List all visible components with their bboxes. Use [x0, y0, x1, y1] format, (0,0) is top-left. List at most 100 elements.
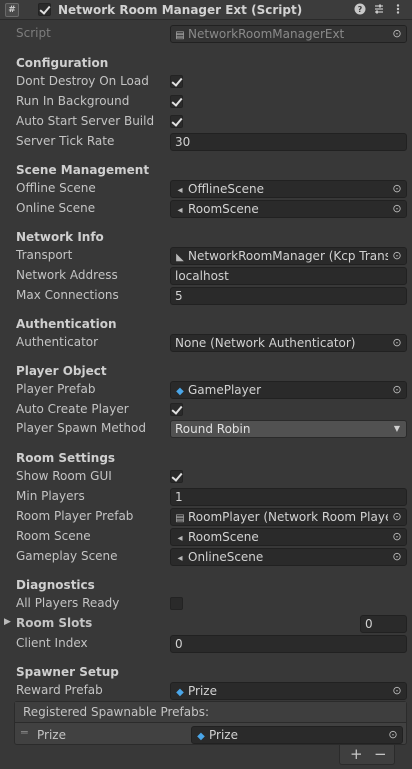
drag-handle-icon[interactable]: ═	[21, 726, 28, 739]
client-index-row: Client Index 0	[0, 634, 412, 654]
list-item-field[interactable]: ◆ Prize ⊙	[191, 726, 403, 744]
tick-rate-row: Server Tick Rate 30	[0, 132, 412, 152]
kebab-menu-icon[interactable]	[391, 3, 405, 17]
spawn-method-row: Player Spawn Method Round Robin ▼	[0, 419, 412, 439]
tick-rate-input[interactable]: 30	[170, 133, 407, 151]
all-ready-label: All Players Ready	[16, 596, 120, 610]
auto-start-checkbox[interactable]	[170, 115, 183, 128]
chevron-down-icon: ▼	[393, 424, 400, 433]
transport-field[interactable]: ◣ NetworkRoomManager (Kcp Transport) ⊙	[170, 247, 407, 265]
add-button[interactable]: +	[350, 745, 363, 763]
room-slots-size-input[interactable]: 0	[360, 615, 407, 633]
scene-asset-icon: ◂	[177, 553, 183, 564]
dont-destroy-checkbox[interactable]	[170, 75, 183, 88]
scene-asset-icon: ◂	[177, 533, 183, 544]
help-icon[interactable]: ?	[353, 3, 367, 17]
script-asset-icon: ▤	[175, 30, 185, 41]
list-item-label: Prize	[37, 728, 66, 742]
show-gui-label: Show Room GUI	[16, 469, 112, 483]
dont-destroy-label: Dont Destroy On Load	[16, 74, 149, 88]
network-address-label: Network Address	[16, 268, 118, 282]
svg-text:?: ?	[358, 5, 363, 14]
gameplay-scene-row: Gameplay Scene ◂ OnlineScene ⊙	[0, 547, 412, 567]
section-scene-management: Scene Management	[16, 163, 150, 177]
object-picker-icon[interactable]: ⊙	[388, 201, 406, 217]
object-picker-icon[interactable]: ⊙	[388, 549, 406, 565]
section-room-settings: Room Settings	[16, 451, 116, 465]
reward-prefab-label: Reward Prefab	[16, 683, 103, 697]
online-scene-label: Online Scene	[16, 201, 96, 215]
online-scene-field[interactable]: ◂ RoomScene ⊙	[170, 200, 407, 218]
object-picker-icon[interactable]: ⊙	[388, 248, 406, 264]
tick-rate-label: Server Tick Rate	[16, 134, 115, 148]
min-players-label: Min Players	[16, 489, 85, 503]
room-player-prefab-label: Room Player Prefab	[16, 509, 134, 523]
object-picker-icon[interactable]: ⊙	[384, 727, 402, 743]
max-connections-row: Max Connections 5	[0, 286, 412, 306]
spawnable-prefabs-list: Registered Spawnable Prefabs: ═ Prize ◆ P…	[14, 701, 407, 745]
room-slots-label[interactable]: Room Slots	[16, 616, 92, 630]
list-footer: + −	[339, 745, 395, 765]
offline-scene-field[interactable]: ◂ OfflineScene ⊙	[170, 180, 407, 198]
max-connections-label: Max Connections	[16, 288, 119, 302]
auto-create-checkbox[interactable]	[170, 403, 183, 416]
list-item[interactable]: ═ Prize ◆ Prize ⊙	[15, 725, 406, 745]
all-ready-row: All Players Ready	[0, 594, 412, 614]
object-picker-icon[interactable]: ⊙	[388, 529, 406, 545]
player-prefab-row: Player Prefab ◆ GamePlayer ⊙	[0, 380, 412, 400]
auto-create-row: Auto Create Player	[0, 400, 412, 420]
script-label: Script	[16, 26, 51, 40]
component-title[interactable]: Network Room Manager Ext (Script)	[58, 3, 302, 17]
player-prefab-label: Player Prefab	[16, 382, 96, 396]
gameplay-scene-label: Gameplay Scene	[16, 549, 118, 563]
authenticator-row: Authenticator None (Network Authenticato…	[0, 333, 412, 353]
presets-icon[interactable]	[372, 3, 386, 17]
scene-asset-icon: ◂	[177, 185, 183, 196]
authenticator-label: Authenticator	[16, 335, 99, 349]
spawn-method-label: Player Spawn Method	[16, 421, 146, 435]
show-gui-checkbox[interactable]	[170, 470, 183, 483]
room-player-prefab-field[interactable]: ▤ RoomPlayer (Network Room Player Ext) ⊙	[170, 508, 407, 526]
show-gui-row: Show Room GUI	[0, 467, 412, 487]
foldout-arrow-icon[interactable]: ▶	[4, 617, 11, 627]
spawn-method-dropdown[interactable]: Round Robin ▼	[170, 420, 407, 438]
room-scene-label: Room Scene	[16, 529, 91, 543]
room-slots-row: ▶ Room Slots 0	[0, 614, 412, 634]
player-prefab-field[interactable]: ◆ GamePlayer ⊙	[170, 381, 407, 399]
min-players-row: Min Players 1	[0, 487, 412, 507]
section-player-object: Player Object	[16, 364, 107, 378]
section-authentication: Authentication	[16, 317, 117, 331]
remove-button[interactable]: −	[374, 745, 387, 763]
dont-destroy-row: Dont Destroy On Load	[0, 72, 412, 92]
component-enabled-checkbox[interactable]	[38, 3, 51, 16]
min-players-input[interactable]: 1	[170, 488, 407, 506]
object-picker-icon[interactable]: ⊙	[388, 509, 406, 525]
section-spawner-setup: Spawner Setup	[16, 665, 119, 679]
component-header: # Network Room Manager Ext (Script) ?	[0, 0, 412, 20]
all-ready-checkbox[interactable]	[170, 597, 183, 610]
gameplay-scene-field[interactable]: ◂ OnlineScene ⊙	[170, 548, 407, 566]
run-bg-label: Run In Background	[16, 94, 130, 108]
object-picker-icon[interactable]: ⊙	[388, 181, 406, 197]
run-bg-checkbox[interactable]	[170, 95, 183, 108]
prefab-icon: ◆	[176, 386, 184, 397]
object-picker-icon: ⊙	[388, 26, 406, 42]
offline-scene-row: Offline Scene ◂ OfflineScene ⊙	[0, 179, 412, 199]
object-picker-icon[interactable]: ⊙	[388, 382, 406, 398]
object-picker-icon[interactable]: ⊙	[388, 683, 406, 699]
authenticator-field[interactable]: None (Network Authenticator) ⊙	[170, 334, 407, 352]
prefab-icon: ◆	[197, 731, 205, 742]
room-player-prefab-row: Room Player Prefab ▤ RoomPlayer (Network …	[0, 507, 412, 527]
room-scene-field[interactable]: ◂ RoomScene ⊙	[170, 528, 407, 546]
network-address-input[interactable]: localhost	[170, 267, 407, 285]
reward-prefab-field[interactable]: ◆ Prize ⊙	[170, 682, 407, 700]
object-picker-icon[interactable]: ⊙	[388, 335, 406, 351]
room-scene-row: Room Scene ◂ RoomScene ⊙	[0, 527, 412, 547]
transport-label: Transport	[16, 248, 73, 262]
client-index-input[interactable]: 0	[170, 635, 407, 653]
network-address-row: Network Address localhost	[0, 266, 412, 286]
max-connections-input[interactable]: 5	[170, 287, 407, 305]
section-network-info: Network Info	[16, 230, 104, 244]
auto-start-row: Auto Start Server Build	[0, 112, 412, 132]
section-diagnostics: Diagnostics	[16, 578, 95, 592]
